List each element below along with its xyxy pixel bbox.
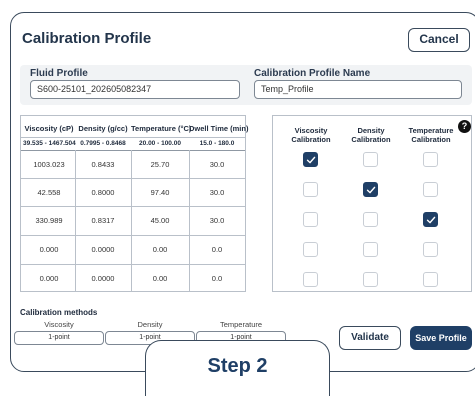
table-cell: 0.0000 bbox=[91, 274, 115, 283]
density-method-label: Density bbox=[137, 320, 163, 329]
divider bbox=[21, 137, 245, 138]
temperature-calibration-checkbox[interactable] bbox=[423, 182, 438, 197]
table-cell: 0.000 bbox=[39, 274, 59, 283]
profile-name-label: Calibration Profile Name bbox=[254, 68, 371, 79]
density-calibration-checkbox[interactable] bbox=[363, 182, 378, 197]
temperature-calibration-checkbox[interactable] bbox=[423, 272, 438, 287]
table-cell: 0.8317 bbox=[91, 216, 115, 225]
viscosity-calibration-checkbox[interactable] bbox=[303, 212, 318, 227]
validate-button[interactable]: Validate bbox=[339, 326, 401, 350]
density-calibration-checkbox[interactable] bbox=[363, 272, 378, 287]
cancel-button[interactable]: Cancel bbox=[408, 28, 470, 52]
viscosity-calibration-checkbox[interactable] bbox=[303, 242, 318, 257]
save-profile-button[interactable]: Save Profile bbox=[410, 326, 472, 350]
temperature-method-label: Temperature bbox=[219, 320, 263, 329]
viscosity-calibration-header: Viscosity Calibration bbox=[291, 126, 331, 144]
divider bbox=[75, 150, 76, 292]
fluid-profile-label: Fluid Profile bbox=[30, 68, 88, 79]
table-cell: 42.558 bbox=[37, 188, 61, 197]
table-cell: 0.8000 bbox=[91, 188, 115, 197]
table-cell: 97.40 bbox=[150, 188, 170, 197]
density-calibration-checkbox[interactable] bbox=[363, 152, 378, 167]
table-cell: 45.00 bbox=[150, 216, 170, 225]
column-header: Temperature (°C) bbox=[131, 124, 192, 133]
temperature-calibration-checkbox[interactable] bbox=[423, 212, 438, 227]
range-cell: 39.535 - 1467.504 bbox=[23, 140, 76, 147]
table-cell: 30.0 bbox=[209, 188, 225, 197]
table-cell: 0.0 bbox=[211, 274, 223, 283]
viscosity-method-select[interactable]: 1-point bbox=[14, 331, 104, 345]
page-title: Calibration Profile bbox=[22, 30, 152, 47]
table-cell: 330.989 bbox=[35, 216, 63, 225]
check-icon bbox=[426, 216, 435, 224]
column-header: Density (g/cc) bbox=[78, 124, 128, 133]
divider bbox=[21, 235, 245, 236]
table-cell: 0.0000 bbox=[91, 245, 115, 254]
fluid-profile-field[interactable]: S600-25101_202605082347 bbox=[30, 80, 240, 99]
divider bbox=[21, 150, 245, 151]
density-calibration-header: Density Calibration bbox=[351, 126, 391, 144]
column-header: Dwell Time (min) bbox=[189, 124, 249, 133]
profile-name-field[interactable]: Temp_Profile bbox=[254, 80, 462, 99]
table-cell: 1003.023 bbox=[33, 160, 65, 169]
divider bbox=[21, 264, 245, 265]
calibration-methods-title: Calibration methods bbox=[20, 308, 98, 317]
range-cell: 15.0 - 180.0 bbox=[199, 140, 235, 147]
table-cell: 0.8433 bbox=[91, 160, 115, 169]
temperature-calibration-header: Temperature Calibration bbox=[408, 126, 454, 144]
density-calibration-checkbox[interactable] bbox=[363, 212, 378, 227]
step-label: Step 2 bbox=[145, 340, 330, 396]
viscosity-method-label: Viscosity bbox=[44, 320, 74, 329]
table-cell: 30.0 bbox=[209, 160, 225, 169]
viscosity-calibration-checkbox[interactable] bbox=[303, 152, 318, 167]
check-icon bbox=[306, 156, 315, 164]
range-cell: 0.7995 - 0.8468 bbox=[80, 140, 126, 147]
divider bbox=[21, 178, 245, 179]
calibration-data-table: Viscosity (cP) Density (g/cc) Temperatur… bbox=[20, 115, 249, 292]
column-header: Viscosity (cP) bbox=[24, 124, 74, 133]
temperature-calibration-checkbox[interactable] bbox=[423, 242, 438, 257]
table-cell: 0.000 bbox=[39, 245, 59, 254]
help-icon[interactable]: ? bbox=[458, 120, 471, 133]
divider bbox=[21, 206, 245, 207]
temperature-calibration-checkbox[interactable] bbox=[423, 152, 438, 167]
viscosity-calibration-checkbox[interactable] bbox=[303, 272, 318, 287]
table-cell: 0.0 bbox=[211, 245, 223, 254]
table-cell: 0.00 bbox=[152, 274, 168, 283]
table-cell: 30.0 bbox=[209, 216, 225, 225]
calibration-grid: Viscosity Calibration Density Calibratio… bbox=[272, 115, 472, 292]
table-cell: 25.70 bbox=[150, 160, 170, 169]
range-cell: 20.00 - 100.00 bbox=[139, 140, 181, 147]
density-calibration-checkbox[interactable] bbox=[363, 242, 378, 257]
viscosity-calibration-checkbox[interactable] bbox=[303, 182, 318, 197]
check-icon bbox=[366, 186, 375, 194]
table-cell: 0.00 bbox=[152, 245, 168, 254]
